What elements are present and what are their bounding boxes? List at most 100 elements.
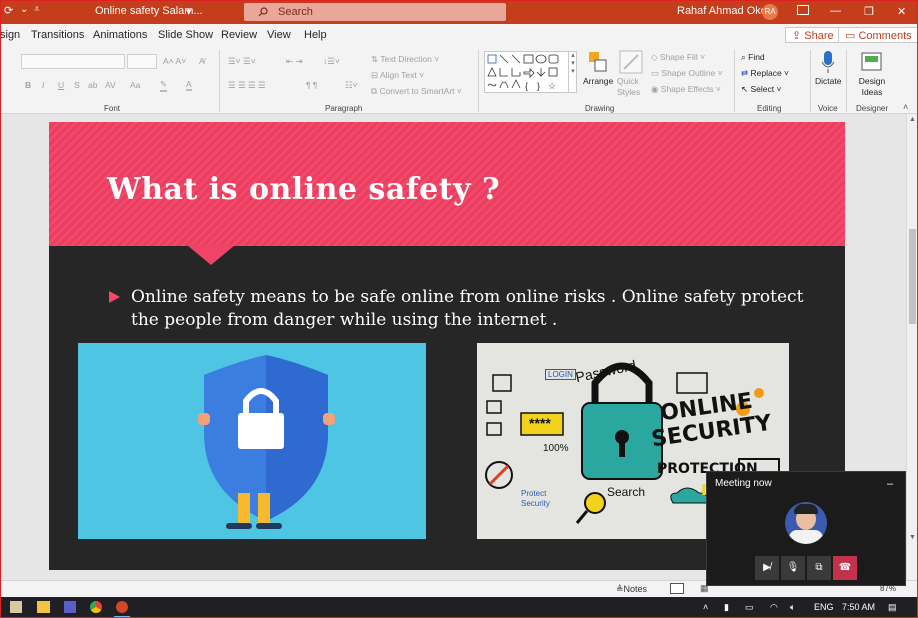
hang-up-button[interactable]: ☎︎ [833,556,857,580]
shape-effects-button[interactable]: ◉ Shape Effects ˅ [651,84,721,95]
text-direction-icon: ⇅ [371,54,381,64]
mic-button[interactable]: 🎙︎ [781,556,805,580]
comments-button[interactable]: ▭ Comments [838,27,918,43]
notes-icon: ≜ [616,584,624,594]
arrange-button[interactable]: Arrange [583,76,613,86]
teams-icon[interactable] [64,601,76,613]
arrange-icon [589,52,607,72]
select-button[interactable]: ↖ Select ˅ [741,84,781,95]
highlight-icon[interactable]: ✎ [160,79,168,92]
share-button[interactable]: ⇪ Share [785,27,841,43]
ribbon: A˄ A˅ A̸ B I U S ab AV Aa ✎ A Font ☰˅ ☰˅… [0,46,918,114]
meeting-minimize-button[interactable]: – [887,478,893,490]
shield-lock-image[interactable] [78,343,426,539]
search-box[interactable]: Search [244,3,506,21]
scroll-up-icon[interactable]: ▲ [909,116,916,123]
find-button[interactable]: ⌕ Find [741,52,765,63]
ribbon-display-icon[interactable] [797,5,809,15]
file-explorer-icon[interactable] [37,601,50,613]
shape-fill-icon: ◇ [651,52,660,62]
login-word: LOGIN [545,369,576,380]
chrome-icon[interactable] [90,601,102,613]
dictate-button[interactable]: Dictate [815,76,841,86]
scroll-thumb[interactable] [909,229,916,324]
ribbon-separator [219,50,220,112]
align-icons[interactable]: ☰ ☰ ☰ ☰ [228,80,266,91]
strikethrough-icon[interactable]: ab [88,80,97,90]
gallery-scroll-icon[interactable]: ▴ ▾ ▾ [568,51,577,93]
tab-slide-show[interactable]: Slide Show [158,29,213,41]
slide-title[interactable]: What is online safety ? [107,172,500,207]
security-small-word: Security [521,499,550,508]
change-case-button[interactable]: Aa [130,80,140,90]
shadow-button[interactable]: S [74,80,80,90]
font-family-box[interactable] [21,54,125,69]
close-button[interactable]: ✕ [897,5,906,18]
font-color-icon[interactable]: A [186,79,192,91]
user-avatar[interactable]: RA [762,4,778,20]
camera-off-button[interactable]: ▶︎̸ [755,556,779,580]
qat-customize-icon[interactable]: ⩡ [34,4,40,15]
minimize-button[interactable]: — [830,5,841,17]
meeting-panel[interactable]: Meeting now – ▶︎̸ 🎙︎ ⧉ ☎︎ [706,471,906,586]
notifications-icon[interactable]: ▤ [888,602,897,613]
underline-button[interactable]: U [58,80,64,90]
tab-transitions[interactable]: Transitions [31,29,84,41]
mic-tray-icon[interactable]: ▮ [724,602,729,613]
line-spacing-icon[interactable]: ↕☰˅ [323,56,340,67]
restore-button[interactable]: ❐ [864,5,874,18]
shape-fill-button[interactable]: ◇ Shape Fill ˅ [651,52,705,63]
font-size-box[interactable] [127,54,157,69]
shapes-gallery[interactable]: {} ☆ [484,51,577,93]
text-direction-small-icon[interactable]: ¶ ¶ [306,80,318,90]
shape-outline-button[interactable]: ▭ Shape Outline ˅ [651,68,723,79]
text-direction-button[interactable]: ⇅ Text Direction ˅ [371,54,439,65]
language-indicator[interactable]: ENG [814,602,834,612]
svg-text:{: { [525,81,528,91]
slide-body-text[interactable]: Online safety means to be safe online fr… [131,286,811,332]
clear-formatting-icon[interactable]: A̸ [199,56,205,66]
tab-view[interactable]: View [267,29,291,41]
wifi-icon[interactable]: ◠ [770,602,778,613]
ribbon-separator [734,50,735,112]
grow-font-icon[interactable]: A˄ A˅ [163,56,186,66]
hang-up-icon: ☎︎ [838,562,852,573]
replace-button[interactable]: ⇄ Replace ˅ [741,68,789,79]
powerpoint-taskbar-icon[interactable] [116,601,128,613]
indent-icons[interactable]: ⇤ ⇥ [286,56,303,67]
normal-view-icon[interactable] [670,583,684,594]
design-ideas-button[interactable]: Design Ideas [857,76,887,98]
tab-animations[interactable]: Animations [93,29,147,41]
title-bar: ⟳ ⌄ ⩡ Online safety Salam... ▾ Search Ra… [0,0,918,24]
battery-icon[interactable]: ▭ [745,602,754,613]
columns-icon[interactable]: ☷˅ [345,80,358,91]
vertical-scrollbar[interactable]: ▲ ▼ [906,114,918,580]
bullets-icon[interactable]: ☰˅ ☰˅ [228,56,256,67]
store-icon[interactable] [10,601,22,613]
microphone-icon [821,51,835,73]
italic-button[interactable]: I [42,80,44,90]
shield-icon [198,355,335,529]
align-text-button[interactable]: ⊟ Align Text ˅ [371,70,424,81]
bold-button[interactable]: B [25,80,31,90]
percent-word: 100% [543,443,569,454]
convert-smartart-button[interactable]: ⧉ Convert to SmartArt ˅ [371,86,462,97]
tab-review[interactable]: Review [221,29,257,41]
tab-help[interactable]: Help [304,29,327,41]
quick-styles-button[interactable]: Quick Styles [617,76,647,98]
volume-icon[interactable]: 🔈︎ [790,602,795,613]
share-screen-button[interactable]: ⧉ [807,556,831,580]
collapse-ribbon-icon[interactable]: ˄ [903,102,908,112]
tab-design[interactable]: sign [0,29,20,41]
title-dropdown-icon[interactable]: ▾ [186,5,192,18]
design-ideas-icon [861,52,882,71]
show-hidden-icons[interactable]: ˄ [703,602,708,612]
comment-icon: ▭ [845,30,859,42]
ribbon-separator [478,50,479,112]
svg-text:☆: ☆ [548,81,556,91]
scroll-down-icon[interactable]: ▼ [909,534,916,541]
char-spacing-icon[interactable]: AV [105,80,116,90]
notes-button[interactable]: ≜Notes [616,584,647,595]
clock[interactable]: 7:50 AM [842,602,875,612]
qat-dropdown-icon[interactable]: ⌄ [20,4,28,15]
